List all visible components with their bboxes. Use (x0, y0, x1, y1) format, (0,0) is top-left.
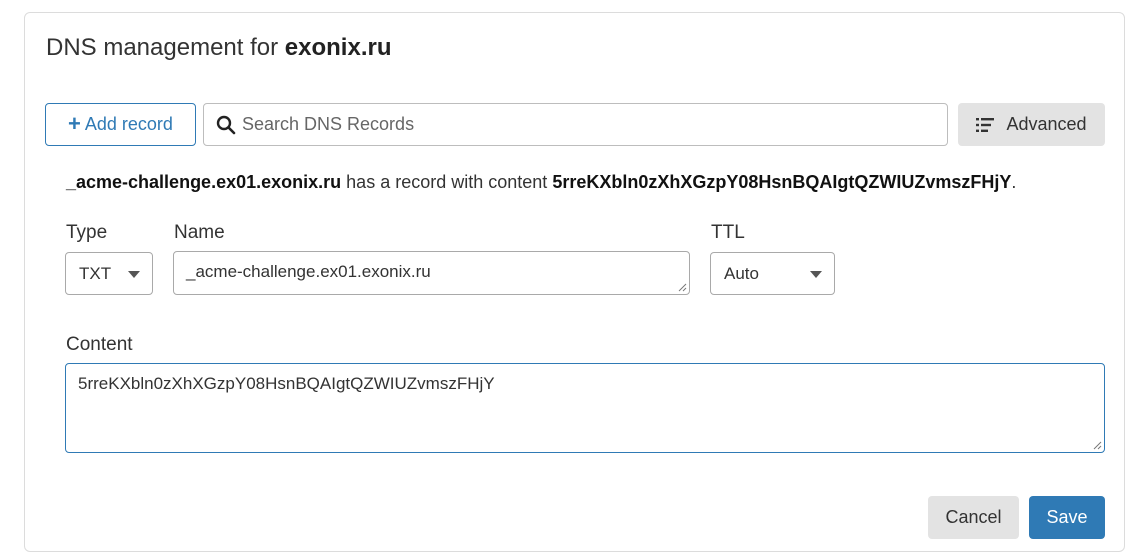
summary-record-name: _acme-challenge.ex01.exonix.ru (66, 172, 342, 192)
resize-handle-icon[interactable] (1093, 441, 1102, 450)
name-field[interactable]: _acme-challenge.ex01.exonix.ru (173, 251, 690, 295)
summary-end: . (1011, 172, 1017, 192)
type-value: TXT (79, 263, 112, 283)
summary-record-content: 5rreKXbln0zXhXGzpY08HsnBQAIgtQZWIUZvmszF… (552, 172, 1012, 192)
advanced-button[interactable]: Advanced (958, 103, 1105, 146)
add-record-label: Add record (84, 114, 173, 134)
plus-icon: + (68, 110, 81, 136)
ttl-select[interactable]: Auto (710, 252, 835, 295)
cancel-button[interactable]: Cancel (928, 496, 1019, 539)
search-icon (216, 115, 236, 134)
chevron-down-icon (810, 270, 822, 278)
content-label: Content (66, 334, 133, 355)
resize-handle-icon[interactable] (678, 283, 687, 292)
type-label: Type (66, 222, 108, 243)
search-input[interactable] (242, 104, 947, 145)
title-domain: exonix.ru (284, 34, 392, 61)
list-icon (976, 117, 995, 132)
chevron-down-icon (128, 270, 140, 278)
search-box[interactable] (203, 103, 948, 146)
type-select[interactable]: TXT (65, 252, 153, 295)
name-label: Name (174, 222, 225, 243)
record-summary: _acme-challenge.ex01.exonix.ru has a rec… (66, 172, 1016, 193)
summary-middle-text: has a record with content (346, 172, 548, 192)
add-record-button[interactable]: + Add record (45, 103, 196, 146)
name-value: _acme-challenge.ex01.exonix.ru (186, 262, 431, 281)
content-value: 5rreKXbln0zXhXGzpY08HsnBQAIgtQZWIUZvmszF… (78, 374, 495, 393)
page-title: DNS management for exonix.ru (46, 34, 391, 62)
save-button[interactable]: Save (1029, 496, 1105, 539)
ttl-label: TTL (711, 222, 745, 243)
title-prefix: DNS management for (46, 34, 279, 61)
ttl-value: Auto (724, 263, 759, 283)
content-field[interactable]: 5rreKXbln0zXhXGzpY08HsnBQAIgtQZWIUZvmszF… (65, 363, 1105, 453)
advanced-label: Advanced (1006, 114, 1087, 134)
